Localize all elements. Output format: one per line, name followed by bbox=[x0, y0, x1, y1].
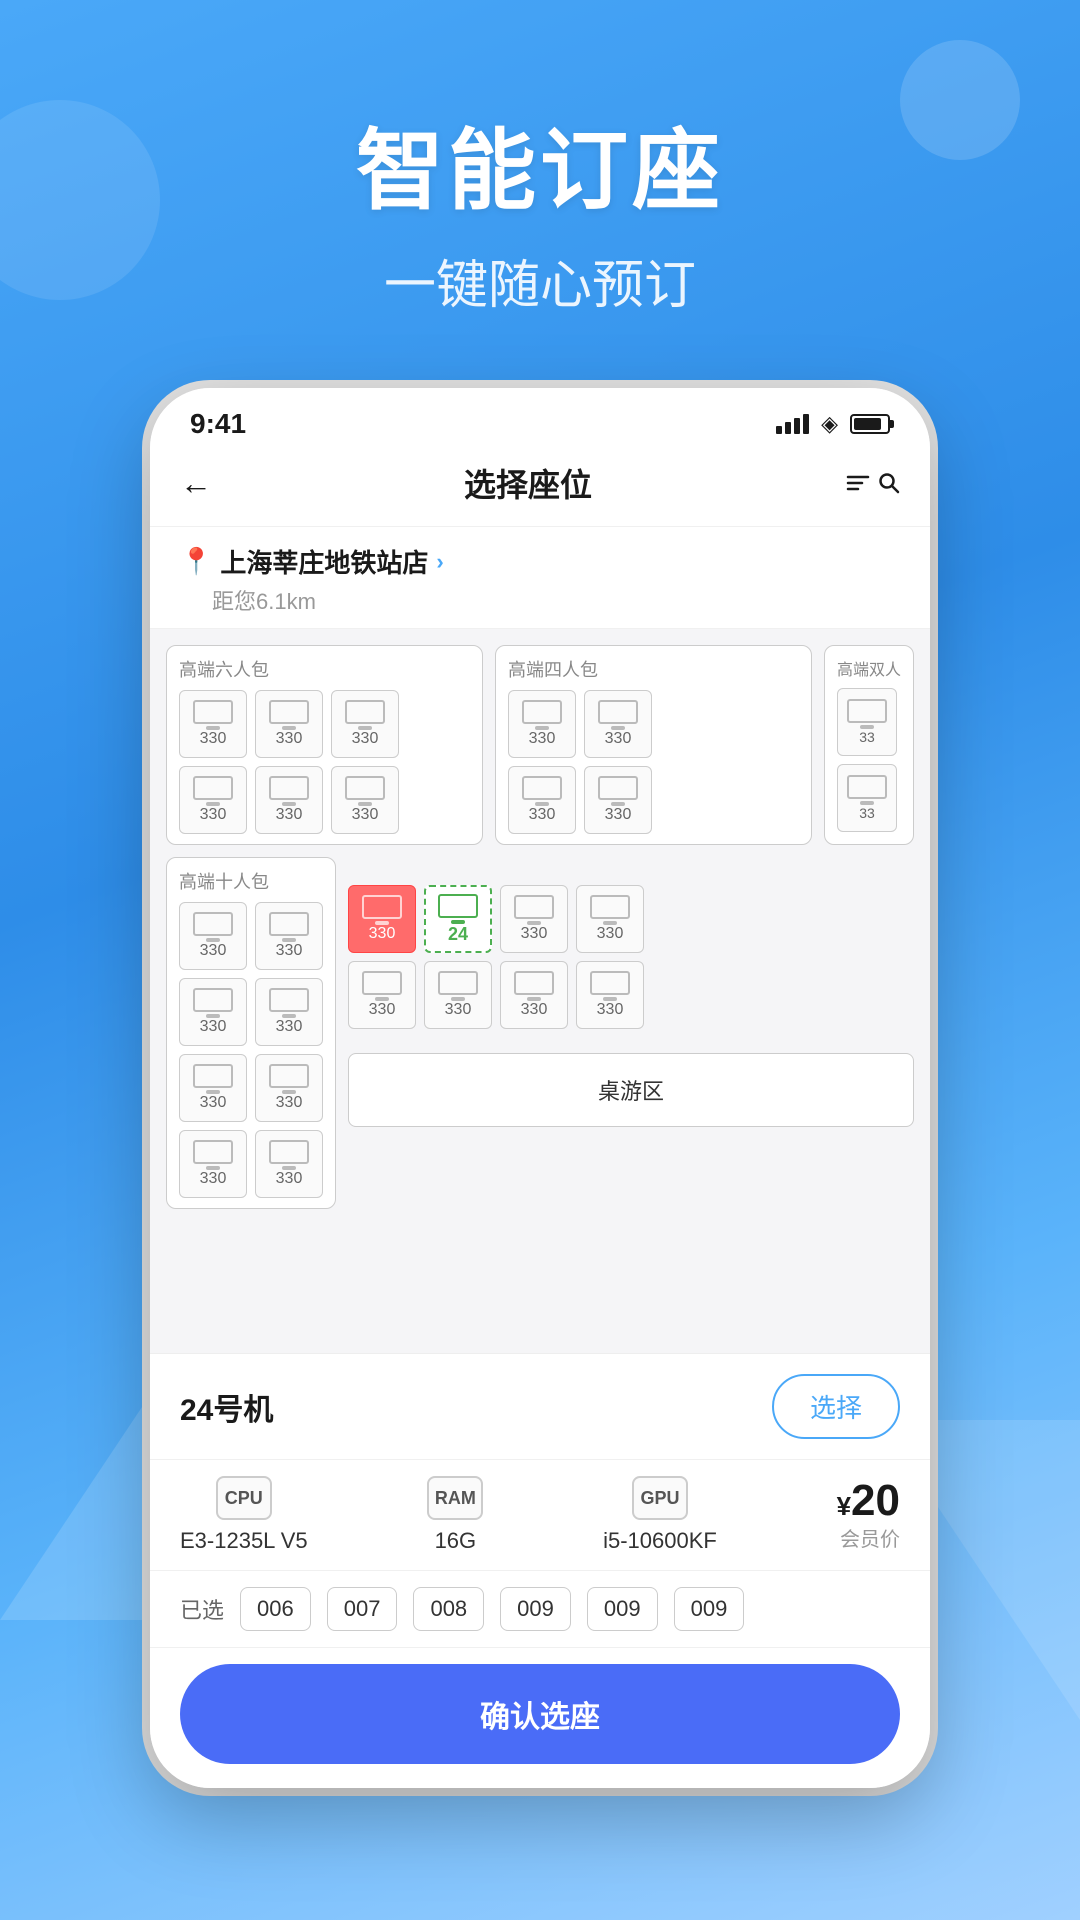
seat-item[interactable]: 330 bbox=[331, 766, 399, 834]
main-subtitle: 一键随心预订 bbox=[356, 243, 724, 318]
wifi-icon: ◈ bbox=[821, 411, 838, 437]
price-yuan-sign: ¥ bbox=[837, 1491, 851, 1521]
signal-icon bbox=[776, 414, 809, 434]
seat-item[interactable]: 330 bbox=[255, 902, 323, 970]
deco-circle-1 bbox=[900, 40, 1020, 160]
status-time: 9:41 bbox=[190, 408, 246, 440]
section-high-2: 高端双人 33 33 bbox=[824, 645, 914, 845]
location-name[interactable]: 📍 上海莘庄地铁站店 › bbox=[180, 543, 900, 580]
section-10-label: 高端十人包 bbox=[179, 868, 323, 894]
seat-item[interactable]: 330 bbox=[508, 766, 576, 834]
nav-bar: ← 选择座位 bbox=[150, 450, 930, 527]
seat-item[interactable]: 330 bbox=[584, 766, 652, 834]
filter-icon bbox=[844, 472, 900, 494]
back-button[interactable]: ← bbox=[180, 465, 212, 502]
location-text: 上海莘庄地铁站店 bbox=[220, 543, 428, 580]
seat-item[interactable]: 330 bbox=[500, 885, 568, 953]
location-pin-icon: 📍 bbox=[180, 546, 212, 577]
seat-map-area[interactable]: 高端六人包 330 330 330 330 330 330 bbox=[150, 629, 930, 1353]
ram-spec: RAM 16G bbox=[427, 1476, 483, 1554]
selected-seat-2: 007 bbox=[327, 1587, 398, 1631]
seat-item[interactable]: 330 bbox=[576, 961, 644, 1029]
seat-item[interactable]: 330 bbox=[179, 690, 247, 758]
selected-seat-3: 008 bbox=[413, 1587, 484, 1631]
seat-item[interactable]: 330 bbox=[255, 690, 323, 758]
seat-item[interactable]: 330 bbox=[584, 690, 652, 758]
phone-mockup: 9:41 ◈ ← 选择座位 bbox=[150, 388, 930, 1788]
ram-icon-box: RAM bbox=[427, 1476, 483, 1520]
gpu-icon-box: GPU bbox=[632, 1476, 688, 1520]
seat-item[interactable]: 330 bbox=[179, 902, 247, 970]
specs-row: CPU E3-1235L V5 RAM 16G GPU i5-10600KF bbox=[150, 1460, 930, 1571]
gpu-label-icon: GPU bbox=[640, 1488, 679, 1509]
board-game-zone: 桌游区 bbox=[348, 1053, 914, 1127]
deco-circle-2 bbox=[0, 100, 160, 300]
cpu-spec: CPU E3-1235L V5 bbox=[180, 1476, 308, 1554]
confirm-button[interactable]: 确认选座 bbox=[180, 1664, 900, 1764]
cpu-icon-box: CPU bbox=[216, 1476, 272, 1520]
main-title: 智能订座 bbox=[356, 100, 724, 227]
seat-occupied[interactable]: 330 bbox=[348, 885, 416, 953]
seat-item[interactable]: 330 bbox=[508, 690, 576, 758]
selected-seat-1: 006 bbox=[240, 1587, 311, 1631]
status-icons: ◈ bbox=[776, 411, 890, 437]
selected-seat-6: 009 bbox=[674, 1587, 745, 1631]
gpu-spec: GPU i5-10600KF bbox=[603, 1476, 717, 1554]
seat-item[interactable]: 330 bbox=[179, 1054, 247, 1122]
section-high-10: 高端十人包 330 330 330 330 330 330 bbox=[166, 857, 336, 1209]
seat-item[interactable]: 330 bbox=[576, 885, 644, 953]
machine-name: 24号机 bbox=[180, 1385, 273, 1429]
select-machine-button[interactable]: 选择 bbox=[772, 1374, 900, 1439]
seat-item[interactable]: 330 bbox=[179, 766, 247, 834]
price-label: 会员价 bbox=[840, 1523, 900, 1552]
nav-search-filter[interactable] bbox=[844, 472, 900, 494]
gpu-value: i5-10600KF bbox=[603, 1528, 717, 1554]
header-section: 智能订座 一键随心预订 bbox=[356, 0, 724, 318]
page-title: 选择座位 bbox=[464, 460, 592, 506]
selected-seats-row: 已选 006 007 008 009 009 009 bbox=[150, 1571, 930, 1648]
cpu-label-icon: CPU bbox=[225, 1488, 263, 1509]
seat-item[interactable]: 330 bbox=[424, 961, 492, 1029]
seat-item[interactable]: 330 bbox=[255, 1054, 323, 1122]
seat-item[interactable]: 330 bbox=[179, 1130, 247, 1198]
seat-item[interactable]: 330 bbox=[348, 961, 416, 1029]
seat-item[interactable]: 330 bbox=[255, 766, 323, 834]
selected-seat-5: 009 bbox=[587, 1587, 658, 1631]
price-box: ¥20 会员价 bbox=[837, 1479, 900, 1552]
seat-item[interactable]: 33 bbox=[837, 688, 897, 756]
section-2-label: 高端双人 bbox=[837, 656, 901, 680]
phone-screen: 9:41 ◈ ← 选择座位 bbox=[150, 388, 930, 1788]
seat-item[interactable]: 33 bbox=[837, 764, 897, 832]
location-distance: 距您6.1km bbox=[212, 584, 900, 616]
selected-seat-4: 009 bbox=[500, 1587, 571, 1631]
seat-item[interactable]: 330 bbox=[255, 978, 323, 1046]
seat-item[interactable]: 330 bbox=[331, 690, 399, 758]
bottom-panel: 24号机 选择 CPU E3-1235L V5 RAM 16G bbox=[150, 1353, 930, 1788]
seat-item[interactable]: 330 bbox=[179, 978, 247, 1046]
seat-item[interactable]: 330 bbox=[255, 1130, 323, 1198]
battery-icon bbox=[850, 414, 890, 434]
machine-info-row: 24号机 选择 bbox=[150, 1354, 930, 1460]
price-amount: ¥20 bbox=[837, 1479, 900, 1523]
location-arrow-icon: › bbox=[436, 549, 443, 575]
section-6-label: 高端六人包 bbox=[179, 656, 470, 682]
section-high-6: 高端六人包 330 330 330 330 330 330 bbox=[166, 645, 483, 845]
seat-selected[interactable]: 24 bbox=[424, 885, 492, 953]
location-bar[interactable]: 📍 上海莘庄地铁站店 › 距您6.1km bbox=[150, 527, 930, 629]
already-selected-label: 已选 bbox=[180, 1593, 224, 1625]
ram-label-icon: RAM bbox=[435, 1488, 476, 1509]
ram-value: 16G bbox=[435, 1528, 477, 1554]
seat-item[interactable]: 330 bbox=[500, 961, 568, 1029]
status-bar: 9:41 ◈ bbox=[150, 388, 930, 450]
section-4-label: 高端四人包 bbox=[508, 656, 799, 682]
cpu-value: E3-1235L V5 bbox=[180, 1528, 308, 1554]
section-high-4: 高端四人包 330 330 330 330 bbox=[495, 645, 812, 845]
